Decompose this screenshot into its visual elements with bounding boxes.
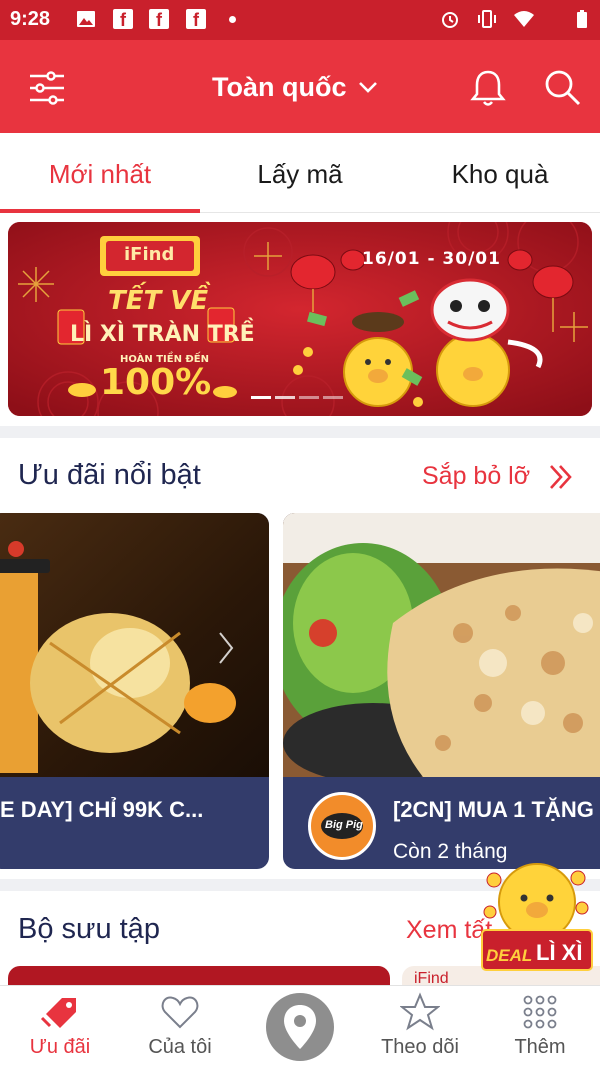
star-icon: [400, 992, 440, 1031]
banner-date-range: 16/01 - 30/01: [362, 249, 501, 269]
banner-cashback-value: 100%: [100, 362, 212, 403]
sliders-icon[interactable]: [27, 68, 67, 108]
nav-item-them[interactable]: Thêm: [480, 986, 600, 1067]
featured-section-title: Ưu đãi nổi bật: [18, 459, 201, 491]
tab-bar: Mới nhất Lấy mã Kho quà: [0, 133, 600, 213]
collection-card[interactable]: [8, 966, 390, 986]
facebook-icon: f: [149, 9, 169, 30]
search-icon[interactable]: [543, 68, 583, 108]
banner-subheadline: LÌ XÌ TRÀN TRỀ: [70, 322, 255, 347]
nav-item-map[interactable]: [240, 986, 360, 1067]
status-bar: 9:28 f f f: [0, 0, 600, 40]
vibrate-icon: [478, 10, 496, 28]
tab-moi-nhat[interactable]: Mới nhất: [0, 133, 200, 213]
bottom-navigation: Ưu đãi Của tôi Theo dõi Thêm: [0, 985, 600, 1067]
grid-icon: [523, 995, 557, 1029]
map-pin-icon: [266, 993, 334, 1061]
wifi-icon: [514, 11, 534, 27]
deal-title: E DAY] CHỈ 99K C...: [0, 797, 204, 822]
heart-icon: [161, 996, 199, 1029]
tab-kho-qua[interactable]: Kho quà: [400, 133, 600, 213]
nav-item-cua-toi[interactable]: Của tôi: [120, 986, 240, 1067]
app-header: Toàn quốc: [0, 40, 600, 133]
double-chevron-right-icon: [550, 465, 572, 489]
nav-item-uu-dai[interactable]: Ưu đãi: [0, 986, 120, 1067]
collection-card-brand: iFind: [414, 970, 449, 986]
nav-label: Của tôi: [148, 1036, 212, 1058]
status-time: 9:28: [10, 8, 51, 30]
tag-icon: [40, 998, 76, 1028]
chevron-down-icon: [359, 82, 377, 93]
deal-card[interactable]: Big Pig [2CN] MUA 1 TẶNG Còn 2 tháng: [283, 513, 600, 869]
nav-item-theo-doi[interactable]: Theo dõi: [360, 986, 480, 1067]
location-label: Toàn quốc: [212, 72, 347, 102]
alarm-icon: [442, 12, 458, 28]
banner-headline: TẾT VỀ: [108, 286, 209, 316]
facebook-icon: f: [186, 9, 206, 30]
nav-label: Thêm: [514, 1036, 566, 1058]
brand-logo: Big Pig: [308, 792, 376, 860]
brand-logo-text: Big Pig: [325, 819, 363, 831]
deal-image-drinks: [0, 513, 269, 777]
deal-card[interactable]: E DAY] CHỈ 99K C...: [0, 513, 269, 869]
badge-text-li-xi: LÌ XÌ: [536, 940, 583, 965]
collection-section-title: Bộ sưu tập: [18, 913, 160, 945]
badge-text-deal: DEAL: [486, 946, 533, 965]
dot-icon: [229, 16, 236, 23]
section-divider: [0, 426, 600, 438]
nav-label: Ưu đãi: [29, 1036, 91, 1058]
image-icon: [77, 11, 95, 27]
deal-title: [2CN] MUA 1 TẶNG: [393, 797, 594, 822]
bell-icon[interactable]: [468, 68, 508, 108]
deal-image-pizza: [283, 513, 600, 777]
deal-li-xi-badge[interactable]: DEAL LÌ XÌ: [478, 860, 596, 978]
battery-icon: [577, 10, 587, 28]
active-tab-indicator: [0, 209, 200, 213]
facebook-icon: f: [113, 9, 133, 30]
banner-artwork: [8, 222, 592, 416]
nav-label: Theo dõi: [381, 1036, 459, 1058]
featured-link-label: Sắp bỏ lỡ: [422, 462, 531, 490]
promo-banner[interactable]: iFind TẾT VỀ LÌ XÌ TRÀN TRỀ HOÀN TIỀN ĐẾ…: [8, 222, 592, 416]
tab-lay-ma[interactable]: Lấy mã: [200, 133, 400, 213]
banner-brand: iFind: [124, 244, 175, 265]
